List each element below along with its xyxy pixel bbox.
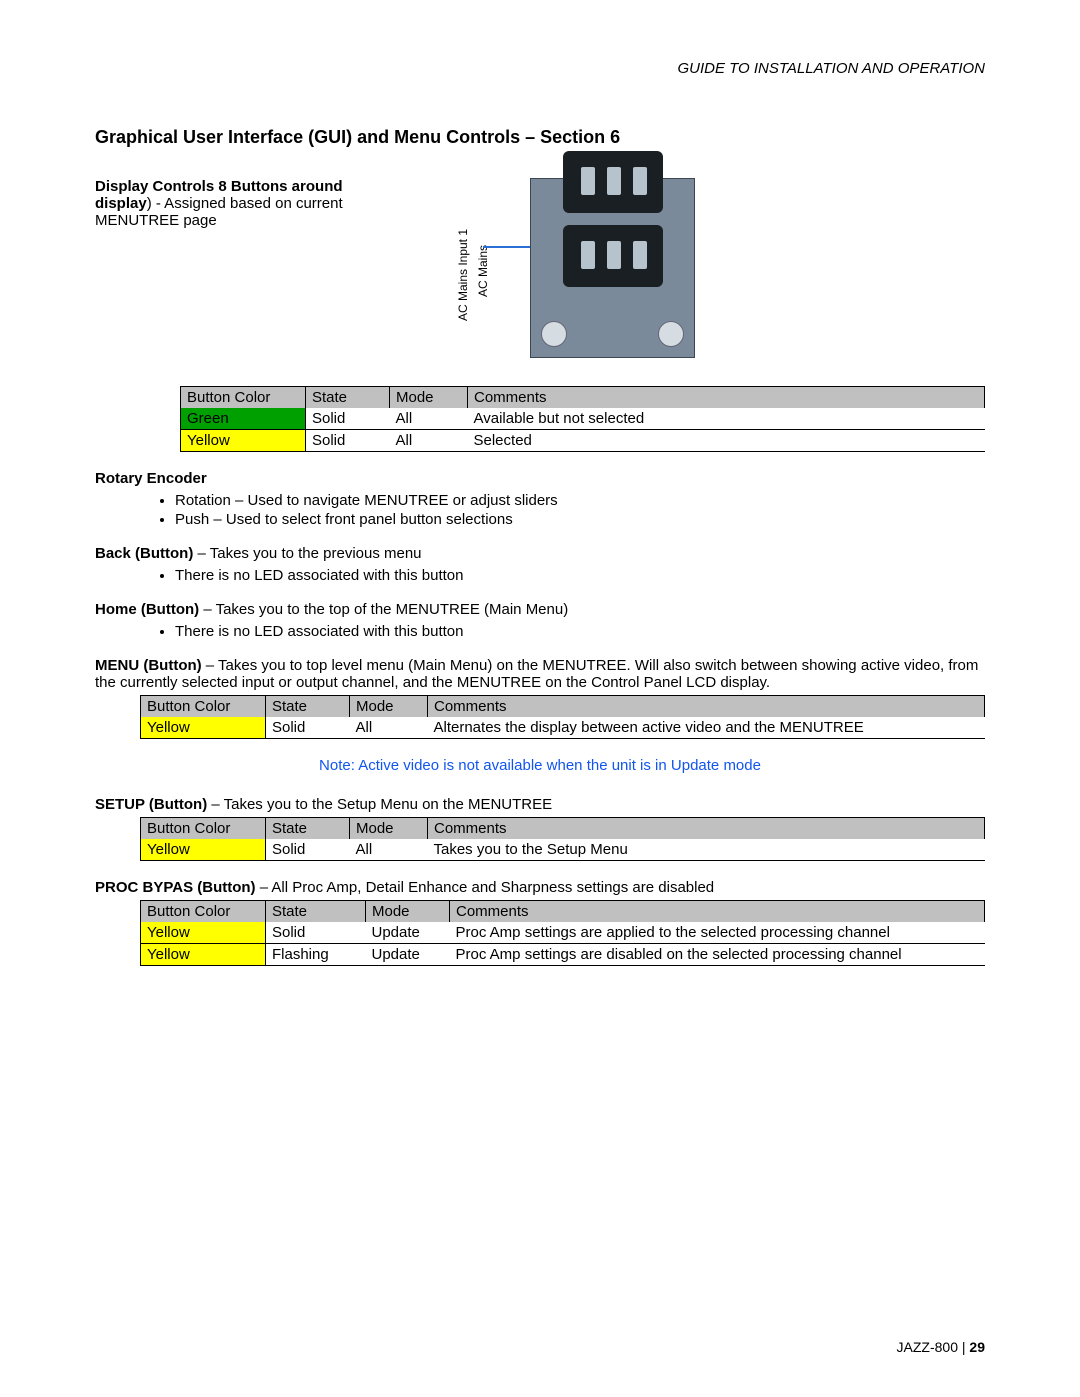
list-item: Push – Used to select front panel button… [175, 510, 985, 529]
table-proc-bypass: Button Color State Mode Comments Yellow … [140, 900, 985, 966]
rotary-list: Rotation – Used to navigate MENUTREE or … [175, 491, 985, 529]
table-header-row: Button Color State Mode Comments [141, 818, 985, 840]
th-color: Button Color [141, 818, 266, 840]
cell-state: Solid [306, 408, 390, 430]
cell-state: Solid [266, 839, 350, 861]
table-row: Green Solid All Available but not select… [181, 408, 985, 430]
setup-rest: – Takes you to the Setup Menu on the MEN… [207, 796, 552, 813]
th-state: State [266, 901, 366, 923]
cell-comment: Available but not selected [468, 408, 985, 430]
table-header-row: Button Color State Mode Comments [141, 696, 985, 718]
table-header-row: Button Color State Mode Comments [141, 901, 985, 923]
th-state: State [306, 387, 390, 409]
cell-comment: Proc Amp settings are applied to the sel… [450, 922, 985, 944]
list-item: There is no LED associated with this but… [175, 622, 985, 641]
th-color: Button Color [141, 901, 266, 923]
back-label: Back (Button) [95, 545, 193, 562]
footer-model: JAZZ-800 [897, 1339, 958, 1355]
th-color: Button Color [141, 696, 266, 718]
cell-mode: All [390, 430, 468, 452]
th-mode: Mode [366, 901, 450, 923]
cell-mode: All [390, 408, 468, 430]
cell-mode: Update [366, 922, 450, 944]
menu-label: MENU (Button) [95, 657, 202, 674]
cell-state: Solid [306, 430, 390, 452]
footer-page: 29 [969, 1339, 985, 1355]
table-header-row: Button Color State Mode Comments [181, 387, 985, 409]
page-title: Graphical User Interface (GUI) and Menu … [95, 127, 985, 148]
rotary-label: Rotary Encoder [95, 470, 207, 487]
th-mode: Mode [350, 818, 428, 840]
socket-bottom [563, 225, 663, 287]
cell-state: Solid [266, 717, 350, 739]
th-comments: Comments [468, 387, 985, 409]
cell-color: Yellow [141, 922, 266, 944]
home-label: Home (Button) [95, 601, 199, 618]
table-row: Yellow Solid All Takes you to the Setup … [141, 839, 985, 861]
th-state: State [266, 696, 350, 718]
socket-panel [530, 178, 695, 358]
th-comments: Comments [428, 818, 985, 840]
table-row: Yellow Flashing Update Proc Amp settings… [141, 944, 985, 966]
cell-mode: All [350, 717, 428, 739]
doc-header: GUIDE TO INSTALLATION AND OPERATION [95, 60, 985, 77]
fig-label-1: AC Mains Input 1 [456, 229, 470, 321]
cell-mode: All [350, 839, 428, 861]
table-menu-button: Button Color State Mode Comments Yellow … [140, 695, 985, 739]
ac-mains-figure: AC Mains Input 1 AC Mains [435, 178, 725, 358]
proc-label: PROC BYPAS (Button) [95, 879, 256, 896]
home-rest: – Takes you to the top of the MENUTREE (… [199, 601, 568, 618]
table-row: Yellow Solid Update Proc Amp settings ar… [141, 922, 985, 944]
menu-rest: – Takes you to top level menu (Main Menu… [95, 657, 978, 691]
fig-label-2: AC Mains [476, 245, 490, 297]
cell-color: Yellow [181, 430, 306, 452]
back-rest: – Takes you to the previous menu [193, 545, 421, 562]
note-text: Note: Active video is not available when… [95, 757, 985, 774]
cell-comment: Proc Amp settings are disabled on the se… [450, 944, 985, 966]
cell-color: Green [181, 408, 306, 430]
cell-color: Yellow [141, 839, 266, 861]
proc-rest: – All Proc Amp, Detail Enhance and Sharp… [256, 879, 715, 896]
screw-icon [541, 321, 567, 347]
screw-icon [658, 321, 684, 347]
th-comments: Comments [450, 901, 985, 923]
cell-comment: Selected [468, 430, 985, 452]
intro-row: Display Controls 8 Buttons around displa… [95, 178, 985, 358]
th-mode: Mode [350, 696, 428, 718]
list-item: Rotation – Used to navigate MENUTREE or … [175, 491, 985, 510]
table-row: Yellow Solid All Selected [181, 430, 985, 452]
cell-comment: Alternates the display between active vi… [428, 717, 985, 739]
home-list: There is no LED associated with this but… [175, 622, 985, 641]
th-mode: Mode [390, 387, 468, 409]
footer: JAZZ-800 | 29 [897, 1339, 985, 1355]
cell-comment: Takes you to the Setup Menu [428, 839, 985, 861]
table-row: Yellow Solid All Alternates the display … [141, 717, 985, 739]
table-setup-button: Button Color State Mode Comments Yellow … [140, 817, 985, 861]
th-state: State [266, 818, 350, 840]
cell-state: Solid [266, 922, 366, 944]
socket-top [563, 151, 663, 213]
cell-color: Yellow [141, 944, 266, 966]
table-display-controls: Button Color State Mode Comments Green S… [180, 386, 985, 452]
cell-state: Flashing [266, 944, 366, 966]
cell-mode: Update [366, 944, 450, 966]
th-color: Button Color [181, 387, 306, 409]
setup-label: SETUP (Button) [95, 796, 207, 813]
footer-sep: | [958, 1339, 969, 1355]
intro-text: Display Controls 8 Buttons around displa… [95, 178, 405, 229]
th-comments: Comments [428, 696, 985, 718]
back-list: There is no LED associated with this but… [175, 566, 985, 585]
cell-color: Yellow [141, 717, 266, 739]
list-item: There is no LED associated with this but… [175, 566, 985, 585]
